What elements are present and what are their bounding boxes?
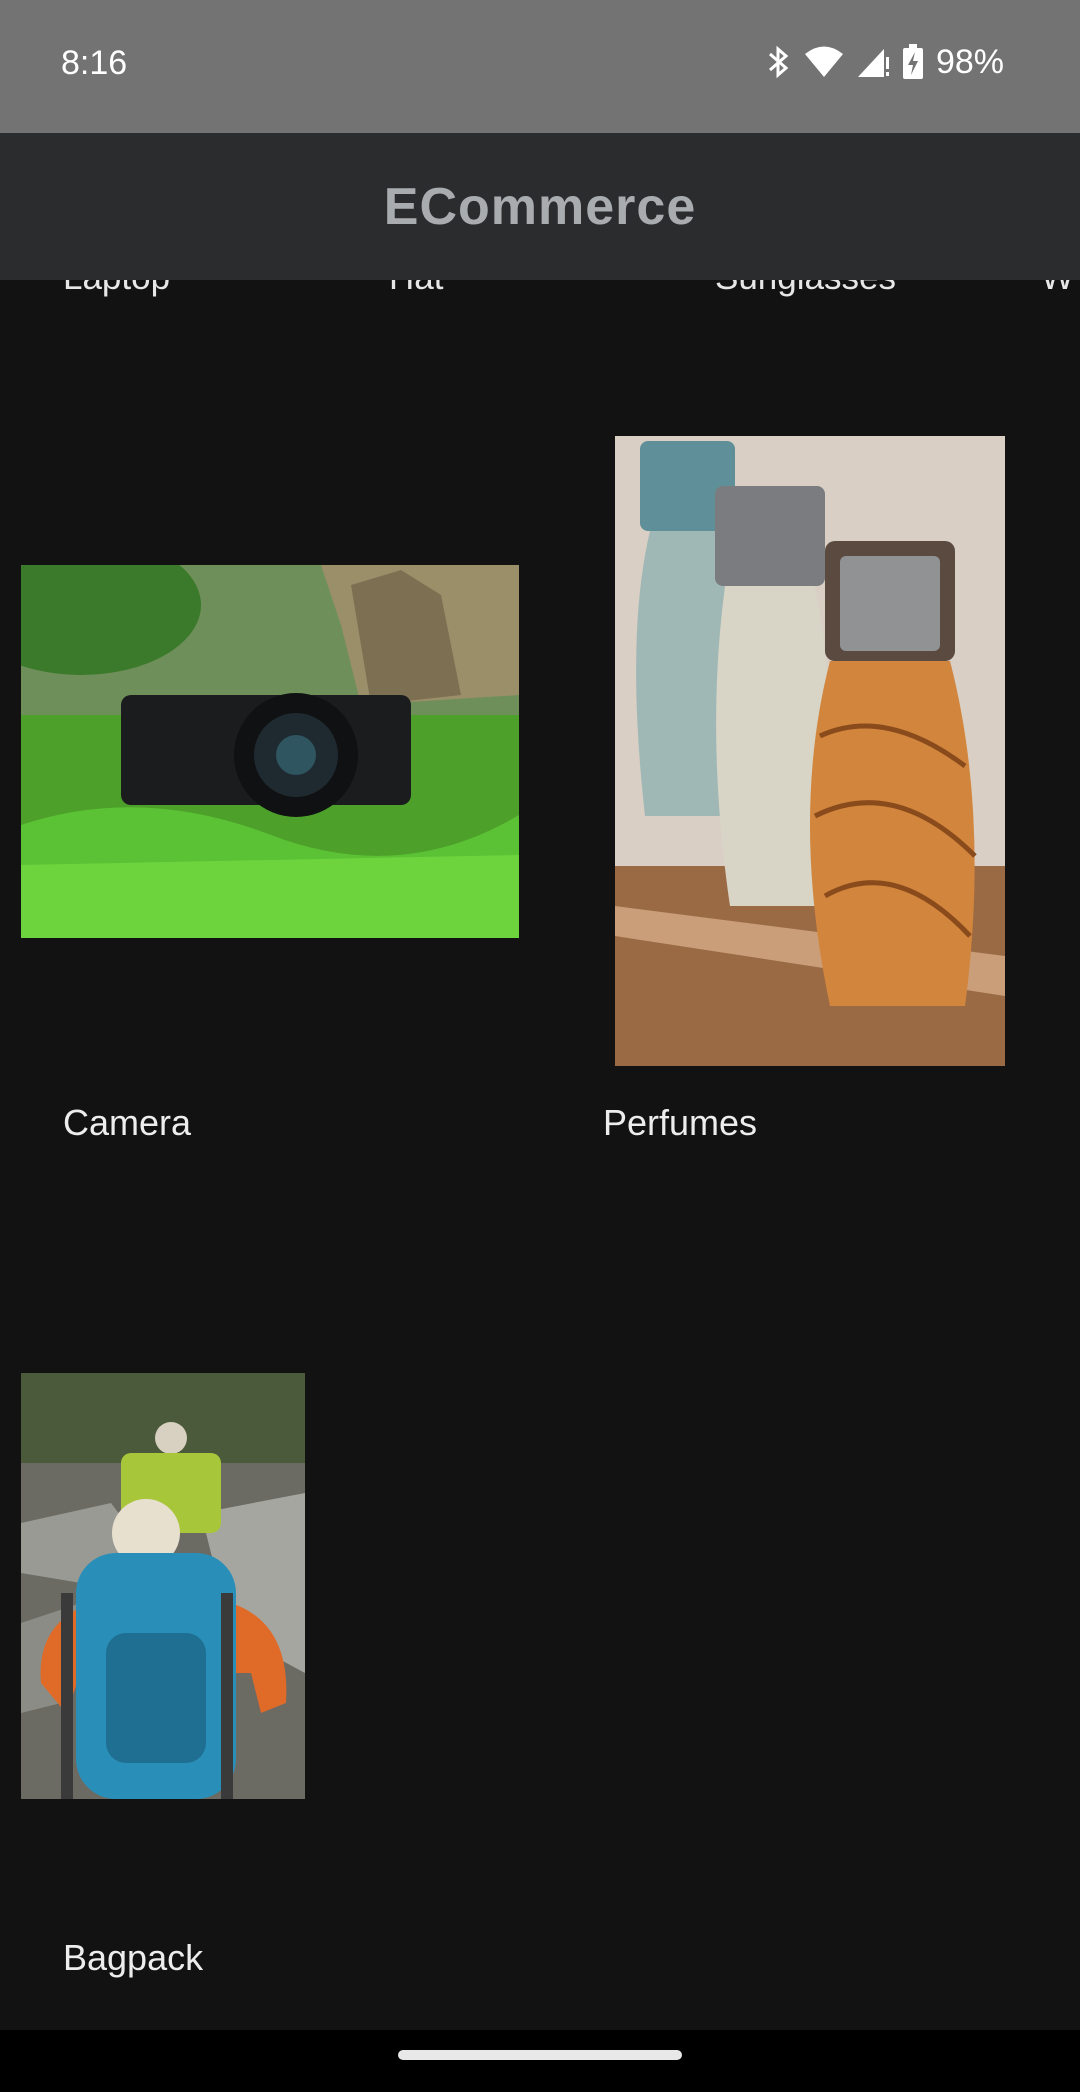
category-item-w[interactable]: W [1041, 280, 1074, 298]
product-label-bagpack[interactable]: Bagpack [63, 1937, 203, 1979]
app-bar: ECommerce [0, 133, 1080, 280]
category-item-laptop[interactable]: Laptop [63, 280, 170, 298]
product-label-perfumes[interactable]: Perfumes [603, 1102, 757, 1144]
signal-icon [857, 49, 889, 77]
app-title: ECommerce [383, 177, 697, 236]
status-icons: 98% [766, 42, 1004, 82]
battery-charging-icon [902, 44, 923, 79]
navigation-bar [0, 2030, 1080, 2092]
perfumes-image[interactable] [615, 436, 1005, 1066]
wifi-icon [804, 46, 843, 77]
camera-in-grass-image [21, 565, 519, 938]
category-item-hat[interactable]: Hat [389, 280, 443, 298]
status-bar: 8:16 98% [0, 0, 1080, 133]
category-list[interactable]: Laptop Hat Sunglasses W [0, 280, 1080, 330]
battery-percentage: 98% [935, 42, 1004, 81]
product-label-camera[interactable]: Camera [63, 1102, 191, 1144]
status-time: 8:16 [61, 44, 128, 82]
perfume-bottles-image [615, 436, 1005, 1066]
home-gesture-handle[interactable] [398, 2050, 682, 2060]
category-item-sunglasses[interactable]: Sunglasses [715, 280, 896, 298]
camera-image[interactable] [21, 565, 519, 938]
hikers-backpack-image [21, 1373, 305, 1799]
bluetooth-icon [768, 45, 789, 79]
bagpack-image[interactable] [21, 1373, 305, 1799]
